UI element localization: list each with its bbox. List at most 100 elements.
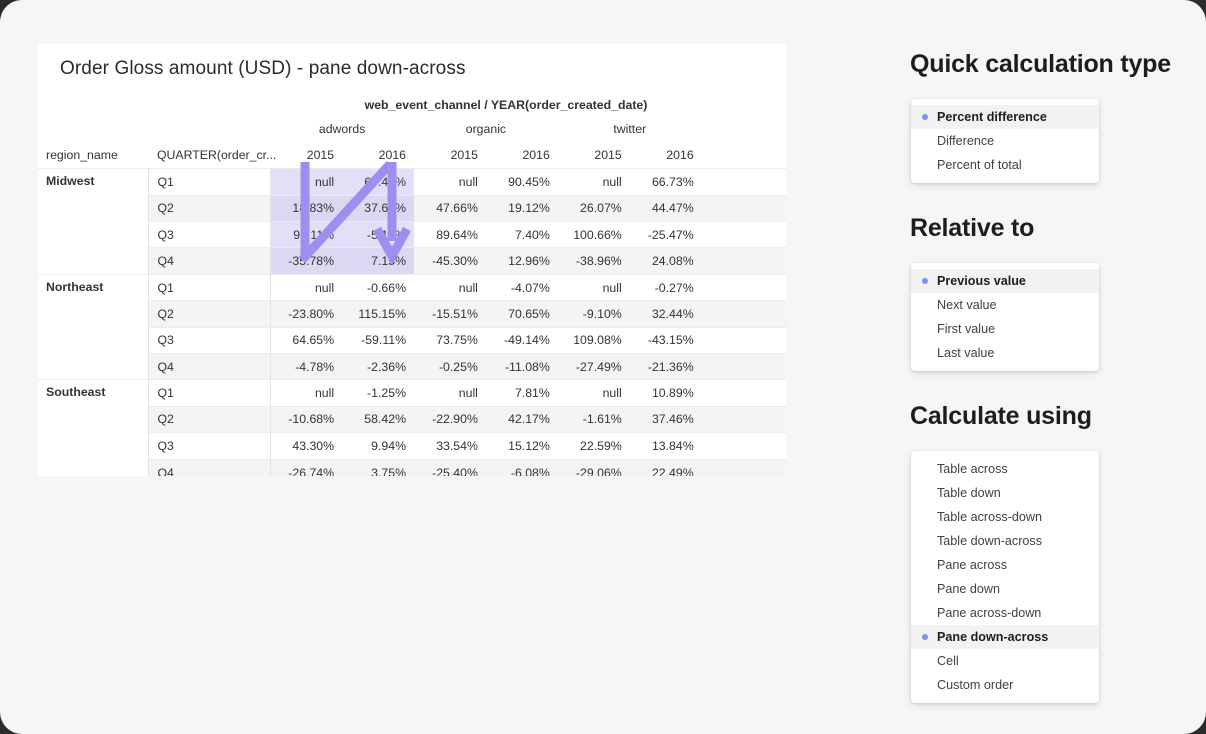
cell-value[interactable]: 13.84% (629, 432, 702, 460)
cell-value[interactable]: -25.40% (414, 458, 486, 476)
table-row[interactable]: Northeast Q1 null -0.66% null -4.07% null -0.27… (38, 273, 786, 380)
cell-value[interactable]: 100.66% (557, 221, 630, 248)
cell-value[interactable]: 89.64% (414, 221, 486, 248)
table-row[interactable]: Q2 -10.68% 58.42% -22.90% 42.17% -1.61% 37.46% (38, 405, 786, 433)
menu-item-custom-order[interactable]: Custom order (911, 673, 1099, 697)
cell-value[interactable]: 37.46% (629, 405, 702, 433)
cell-value[interactable]: -27.49% (557, 353, 630, 380)
table-row[interactable]: Q2 18.83% 37.67% 47.66% 19.12% 26.07% 44.47% (38, 194, 786, 222)
cell-value[interactable]: 7.81% (485, 379, 558, 407)
row-header-quarter-cell[interactable]: Q2 (148, 194, 271, 222)
cell-value[interactable]: 47.66% (414, 194, 486, 222)
row-header-quarter-cell[interactable]: Q4 (148, 247, 271, 275)
cell-value[interactable]: 73.75% (414, 326, 486, 354)
cell-value[interactable]: 58.42% (342, 405, 415, 433)
table-row[interactable]: Midwest Q1 null 67.44% null 90.45% null 66.73% (38, 168, 786, 275)
cell-value[interactable]: 42.17% (485, 405, 558, 433)
cell-value[interactable]: null (557, 379, 630, 407)
cell-value[interactable]: -23.80% (270, 300, 343, 328)
cell-value[interactable]: null (414, 379, 486, 407)
cell-value[interactable]: null (270, 273, 343, 301)
cell-value[interactable]: -38.96% (557, 247, 630, 275)
menu-item-first-value[interactable]: First value (911, 317, 1099, 341)
table-row[interactable]: Q3 43.30% 9.94% 33.54% 15.12% 22.59% 13.84% (38, 432, 786, 460)
menu-item-table-across-down[interactable]: Table across-down (911, 505, 1099, 529)
table-row[interactable]: Q3 64.65% -59.11% 73.75% -49.14% 109.08% -43.1… (38, 326, 786, 354)
cell-value[interactable]: 24.08% (629, 247, 702, 275)
cell-value[interactable]: 43.30% (270, 432, 343, 460)
row-header-quarter-cell[interactable]: Q1 (148, 273, 271, 301)
cell-value[interactable]: 37.67% (342, 194, 415, 222)
cell-value[interactable]: 95.11% (270, 221, 343, 248)
cell-value[interactable]: 33.54% (414, 432, 486, 460)
menu-item-cell[interactable]: Cell (911, 649, 1099, 673)
cell-value[interactable]: -1.61% (557, 405, 630, 433)
cell-value[interactable]: 109.08% (557, 326, 630, 354)
row-header-quarter-cell[interactable]: Q4 (148, 353, 271, 380)
cell-value[interactable]: 26.07% (557, 194, 630, 222)
menu-item-pane-down-across[interactable]: Pane down-across (911, 625, 1099, 649)
cell-value[interactable]: -2.36% (342, 353, 415, 380)
cell-value[interactable]: -0.27% (629, 273, 702, 301)
cell-value[interactable]: -4.07% (485, 273, 558, 301)
cell-value[interactable]: null (557, 168, 630, 196)
cell-value[interactable]: -59.11% (342, 326, 415, 354)
menu-item-pane-across-down[interactable]: Pane across-down (911, 601, 1099, 625)
cell-value[interactable]: -35.78% (270, 247, 343, 275)
cell-value[interactable]: 22.49% (629, 458, 702, 476)
cell-value[interactable]: 3.75% (342, 458, 415, 476)
cell-value[interactable]: 22.59% (557, 432, 630, 460)
cell-value[interactable]: 12.96% (485, 247, 558, 275)
cell-value[interactable]: -29.06% (557, 458, 630, 476)
cell-value[interactable]: -11.08% (485, 353, 558, 380)
row-header-quarter-cell[interactable]: Q2 (148, 405, 271, 433)
cell-value[interactable]: -15.51% (414, 300, 486, 328)
cell-value[interactable]: -22.90% (414, 405, 486, 433)
cell-value[interactable]: null (270, 379, 343, 407)
cell-value[interactable]: 18.83% (270, 194, 343, 222)
table-row[interactable]: Q2 -23.80% 115.15% -15.51% 70.65% -9.10% 32.44… (38, 300, 786, 328)
cell-value[interactable]: -4.78% (270, 353, 343, 380)
cell-value[interactable]: -21.36% (629, 353, 702, 380)
menu-item-pane-down[interactable]: Pane down (911, 577, 1099, 601)
cell-value[interactable]: -6.08% (485, 458, 558, 476)
cell-value[interactable]: 67.44% (342, 168, 415, 196)
cell-value[interactable]: -43.15% (629, 326, 702, 354)
quick-calculation-type-menu[interactable]: Percent difference Difference Percent of t… (911, 99, 1099, 183)
cell-value[interactable]: 64.65% (270, 326, 343, 354)
row-header-quarter-cell[interactable]: Q1 (148, 379, 271, 407)
table-row[interactable]: Q4 -35.78% 7.15% -45.30% 12.96% -38.96% 24.08% (38, 247, 786, 275)
row-header-quarter-cell[interactable]: Q4 (148, 458, 271, 476)
menu-item-difference[interactable]: Difference (911, 129, 1099, 153)
cell-value[interactable]: 70.65% (485, 300, 558, 328)
cell-value[interactable]: -25.47% (629, 221, 702, 248)
table-row[interactable]: Q3 95.11% -5.12% 89.64% 7.40% 100.66% -25.47% (38, 221, 786, 248)
cell-value[interactable]: null (270, 168, 343, 196)
cell-value[interactable]: 15.12% (485, 432, 558, 460)
menu-item-percent-of-total[interactable]: Percent of total (911, 153, 1099, 177)
cell-value[interactable]: 19.12% (485, 194, 558, 222)
row-header-quarter-cell[interactable]: Q2 (148, 300, 271, 328)
cell-value[interactable]: null (414, 273, 486, 301)
row-header-quarter-cell[interactable]: Q1 (148, 168, 271, 196)
table-row[interactable]: Southeast Q1 null -1.25% null 7.81% null 10.89% (38, 379, 786, 476)
cell-value[interactable]: 7.40% (485, 221, 558, 248)
cell-value[interactable]: 66.73% (629, 168, 702, 196)
cell-value[interactable]: -49.14% (485, 326, 558, 354)
menu-item-last-value[interactable]: Last value (911, 341, 1099, 365)
menu-item-table-across[interactable]: Table across (911, 457, 1099, 481)
menu-item-table-down[interactable]: Table down (911, 481, 1099, 505)
menu-item-table-down-across[interactable]: Table down-across (911, 529, 1099, 553)
cell-value[interactable]: -10.68% (270, 405, 343, 433)
cell-value[interactable]: -0.25% (414, 353, 486, 380)
relative-to-menu[interactable]: Previous value Next value First value Last … (911, 263, 1099, 371)
row-header-region-cell[interactable]: Midwest (38, 168, 150, 275)
cell-value[interactable]: null (414, 168, 486, 196)
cell-value[interactable]: 44.47% (629, 194, 702, 222)
cell-value[interactable]: -9.10% (557, 300, 630, 328)
cell-value[interactable]: 90.45% (485, 168, 558, 196)
cell-value[interactable]: -45.30% (414, 247, 486, 275)
menu-item-next-value[interactable]: Next value (911, 293, 1099, 317)
table-row[interactable]: Q4 -4.78% -2.36% -0.25% -11.08% -27.49% -21.36… (38, 353, 786, 380)
menu-item-previous-value[interactable]: Previous value (911, 269, 1099, 293)
